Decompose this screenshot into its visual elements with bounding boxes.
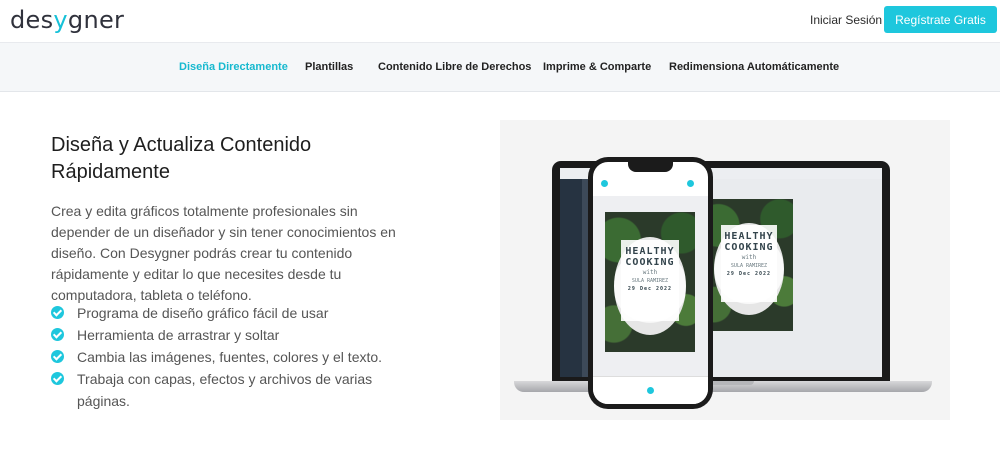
tab-contenido-libre[interactable]: Contenido Libre de Derechos [378,61,531,73]
tab-disena-directamente[interactable]: Diseña Directamente [179,61,288,73]
list-item: Trabaja con capas, efectos y archivos de… [51,368,391,412]
feature-text: Cambia las imágenes, fuentes, colores y … [77,349,383,365]
device-mockup-image: HEALTHY COOKING with SULA RAMIREZ 29 Dec… [500,120,950,420]
login-link[interactable]: Iniciar Sesión [810,13,882,27]
feature-nav: Diseña Directamente Plantillas Contenido… [0,42,1000,92]
tab-plantillas[interactable]: Plantillas [305,61,353,73]
phone-notch [628,162,673,172]
check-icon [687,180,694,187]
logo-text-part3: gner [67,6,125,34]
check-icon [51,372,64,385]
phone-bottom-bar [593,376,708,404]
poster-text-card: HEALTHY COOKING with SULA RAMIREZ 29 Dec… [720,225,778,302]
poster-title-2: COOKING [625,257,675,268]
top-bar: desygner Iniciar Sesión Regístrate Grati… [0,0,1000,42]
poster-text-card: HEALTHY COOKING with SULA RAMIREZ 29 Dec… [621,240,679,322]
tab-imprime-comparte[interactable]: Imprime & Comparte [543,61,651,73]
poster-date: 29 Dec 2022 [726,271,772,278]
poster-names: SULA RAMIREZ [730,263,768,270]
logo-text-part1: des [10,6,54,34]
poster-subtitle: with [741,254,757,262]
check-icon [51,328,64,341]
section-description: Crea y edita gráficos totalmente profesi… [51,203,396,303]
list-item: Cambia las imágenes, fuentes, colores y … [51,346,391,368]
poster-laptop: HEALTHY COOKING with SULA RAMIREZ 29 Dec… [705,199,793,331]
phone-frame: HEALTHY COOKING with SULA RAMIREZ 29 Dec… [588,157,713,409]
feature-text: Trabaja con capas, efectos y archivos de… [77,371,373,409]
laptop-base [514,381,932,392]
register-button[interactable]: Regístrate Gratis [884,6,997,33]
phone-canvas: HEALTHY COOKING with SULA RAMIREZ 29 Dec… [593,196,708,376]
list-item: Programa de diseño gráfico fácil de usar [51,302,391,324]
feature-text: Programa de diseño gráfico fácil de usar [77,305,329,321]
desygner-logo[interactable]: desygner [10,6,124,34]
back-icon [601,180,608,187]
check-icon [51,306,64,319]
section-headline: Diseña y Actualiza Contenido Rápidamente [51,134,312,183]
poster-names: SULA RAMIREZ [631,278,669,284]
list-item: Herramienta de arrastrar y soltar [51,324,391,346]
logo-text-accent: y [53,6,68,34]
check-icon [51,350,64,363]
poster-date: 29 Dec 2022 [627,286,673,292]
phone-screen: HEALTHY COOKING with SULA RAMIREZ 29 Dec… [593,162,708,404]
poster-title-2: COOKING [724,242,774,254]
add-icon [647,387,654,394]
poster-title-1: HEALTHY [625,246,675,257]
poster-subtitle: with [642,269,658,276]
laptop-sidebar [560,179,582,377]
tab-redimensiona[interactable]: Redimensiona Automáticamente [669,61,839,73]
feature-text: Herramienta de arrastrar y soltar [77,327,280,343]
poster-phone: HEALTHY COOKING with SULA RAMIREZ 29 Dec… [605,212,695,352]
feature-list: Programa de diseño gráfico fácil de usar… [51,302,391,412]
phone-app-header [593,172,708,196]
poster-title-1: HEALTHY [724,231,774,243]
